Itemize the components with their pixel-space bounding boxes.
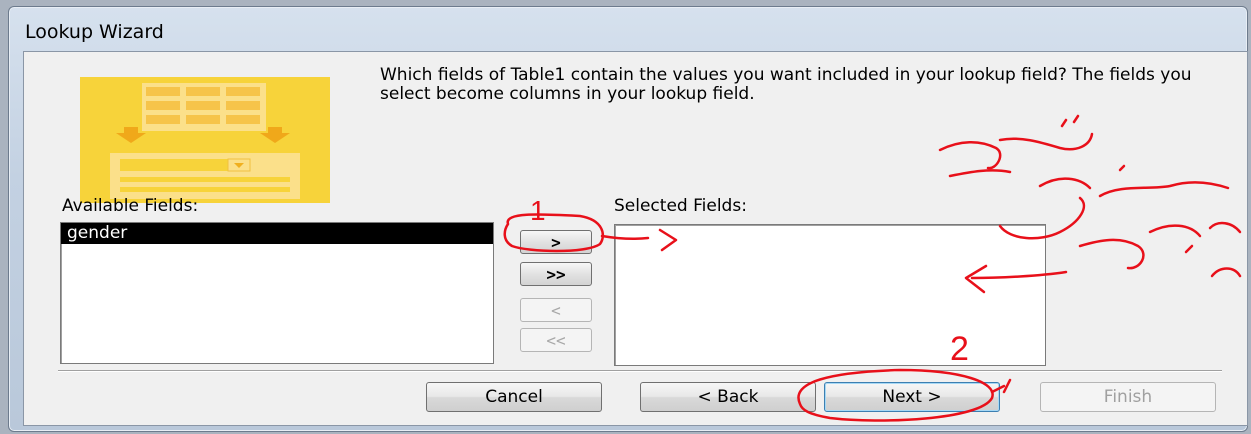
next-button[interactable]: Next >	[824, 382, 1000, 412]
window-title: Lookup Wizard	[25, 21, 164, 43]
selected-fields-label: Selected Fields:	[614, 196, 747, 216]
remove-one-button[interactable]: <	[520, 298, 592, 322]
add-all-button[interactable]: >>	[520, 262, 592, 286]
remove-all-button[interactable]: <<	[520, 328, 592, 352]
finish-button: Finish	[1040, 382, 1216, 412]
available-fields-label: Available Fields:	[62, 196, 199, 216]
selected-fields-list[interactable]	[614, 224, 1046, 366]
add-one-button[interactable]: >	[520, 230, 592, 254]
footer-separator	[58, 370, 1222, 372]
cancel-button[interactable]: Cancel	[426, 382, 602, 412]
available-fields-list[interactable]: gender	[60, 222, 494, 364]
lookup-wizard-window: Lookup Wizard Which fields of Table1 con…	[8, 6, 1248, 432]
list-item-gender[interactable]: gender	[61, 223, 493, 244]
instruction-text: Which fields of Table1 contain the value…	[380, 65, 1192, 104]
wizard-banner-graphic	[80, 77, 330, 203]
wizard-client-area: Which fields of Table1 contain the value…	[23, 51, 1248, 426]
back-button[interactable]: < Back	[640, 382, 816, 412]
table-lookup-icon	[110, 83, 300, 199]
